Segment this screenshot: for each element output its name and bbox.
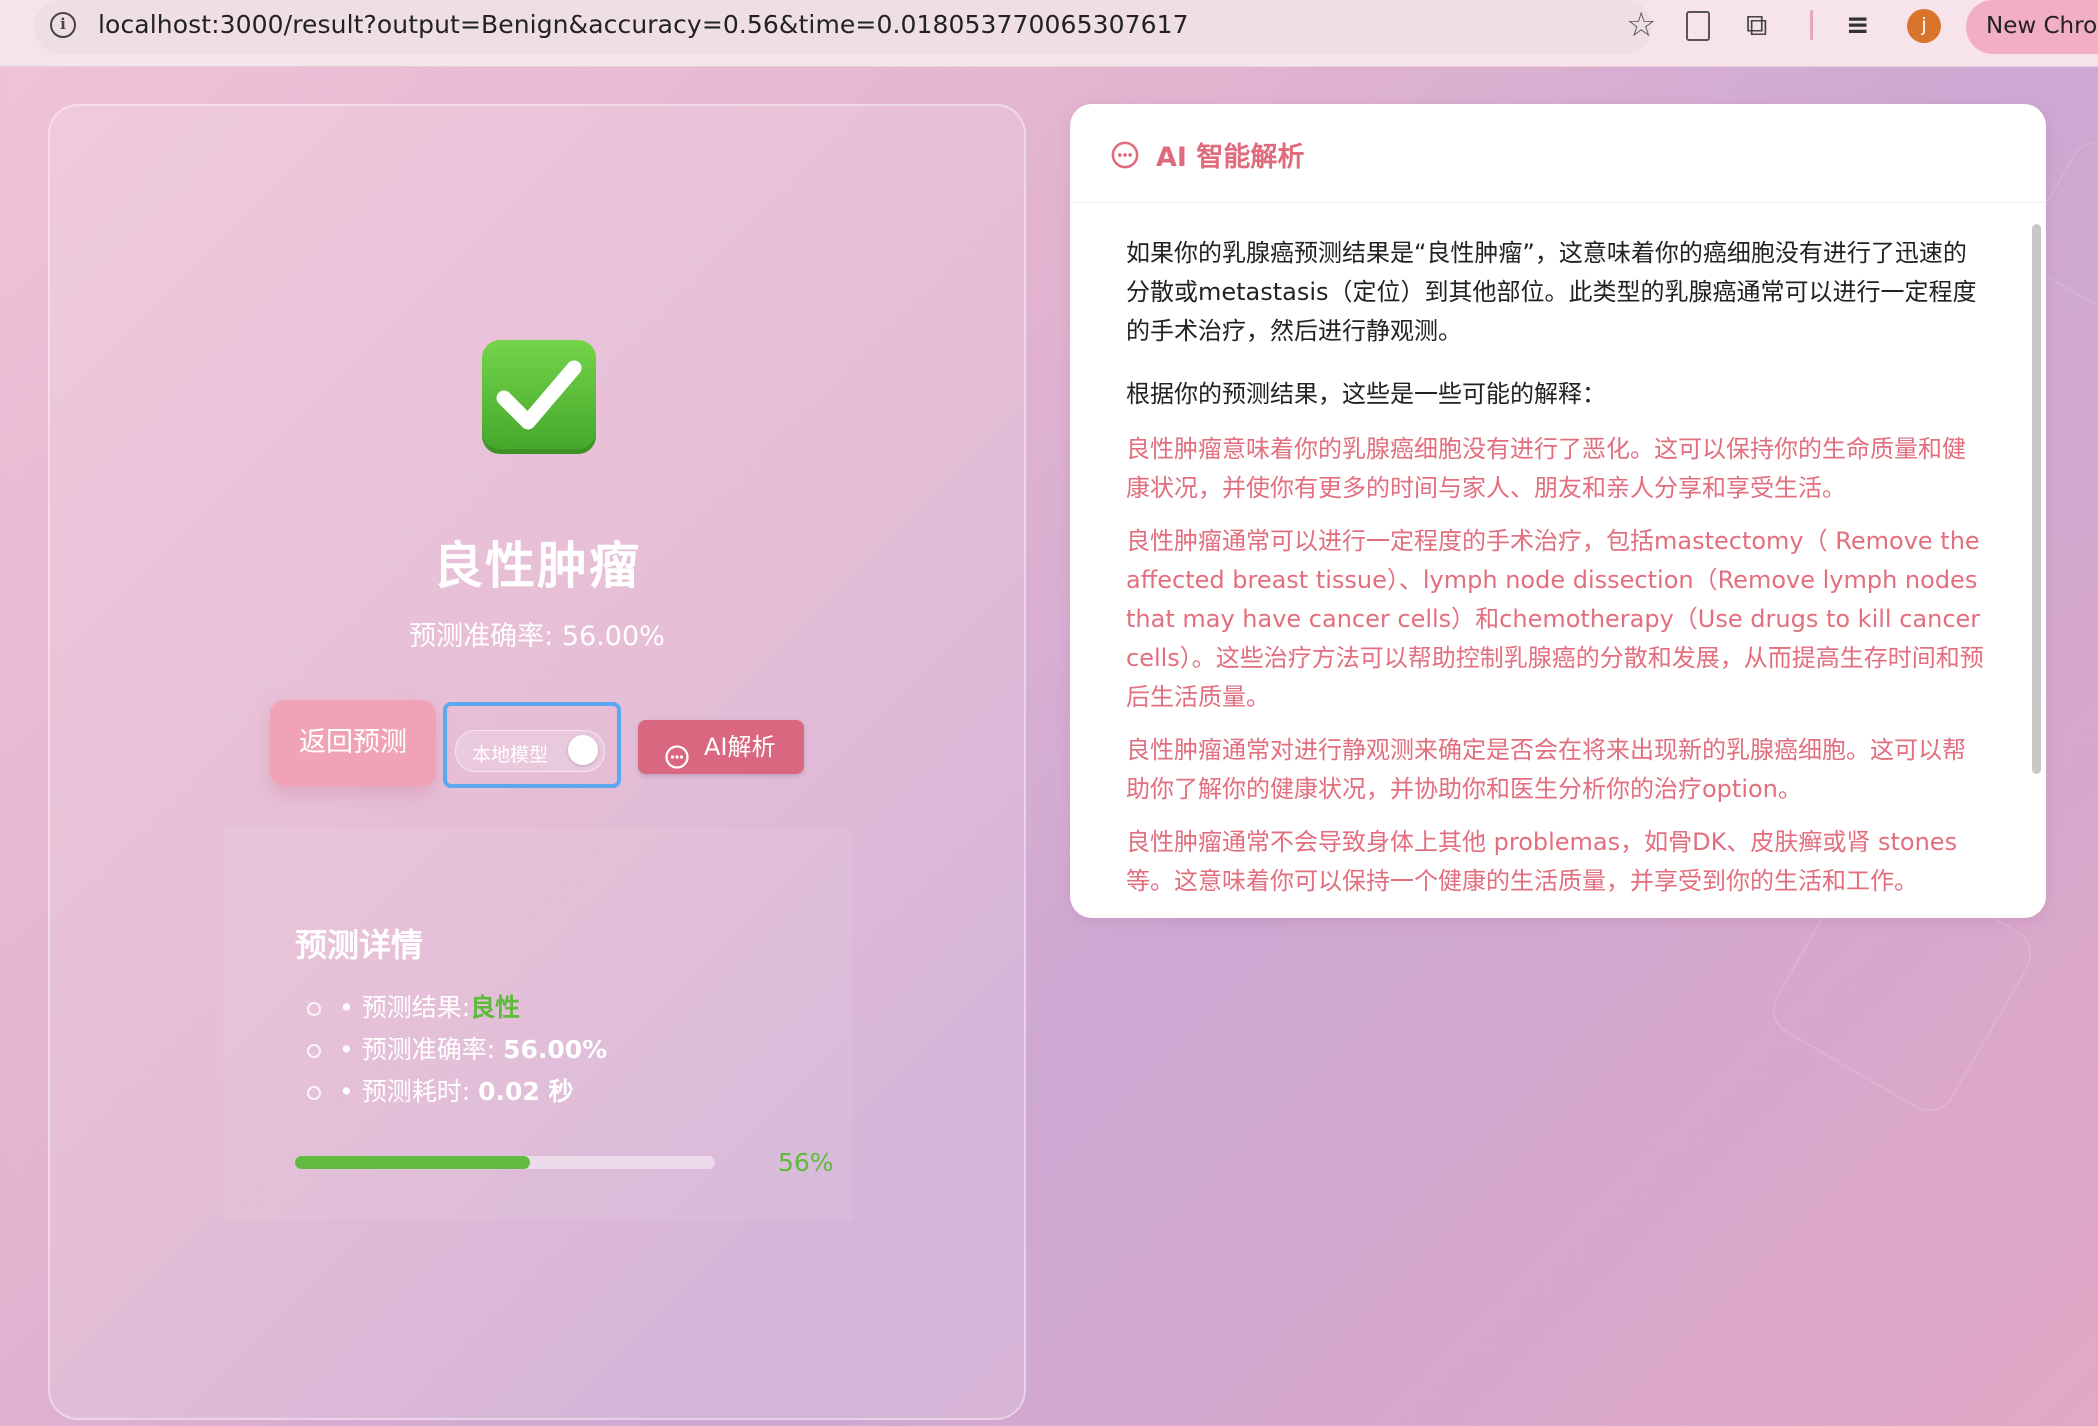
local-model-label: 本地模型 — [472, 744, 549, 766]
accuracy-progress-text: 56% — [778, 1148, 834, 1177]
detail-time-label: • 预测耗时: — [339, 1077, 479, 1106]
address-bar[interactable]: i localhost:3000/result?output=Benign&ac… — [34, 0, 1656, 54]
detail-result-row: • 预测结果:良性 — [307, 988, 520, 1024]
toggle-knob[interactable] — [568, 735, 598, 765]
ai-analysis-panel: AI 智能解析 如果你的乳腺癌预测结果是“良性肿瘤”，这意味着你的癌细胞没有进行… — [1070, 104, 2046, 918]
local-model-toggle[interactable]: 本地模型 — [455, 730, 605, 772]
prediction-details: 预测详情 • 预测结果:良性 • 预测准确率: 56.00% • 预测耗时: 0… — [223, 828, 853, 1220]
result-title: 良性肿瘤 — [433, 537, 641, 595]
ai-analysis-button[interactable]: AI解析 — [638, 720, 804, 774]
detail-time-row: • 预测耗时: 0.02 秒 — [307, 1072, 573, 1108]
profile-avatar[interactable]: j — [1907, 9, 1941, 43]
bookmark-star-icon[interactable]: ☆ — [1626, 8, 1656, 42]
accuracy-progress-fill — [295, 1156, 531, 1169]
detail-time-value: 0.02 秒 — [478, 1077, 574, 1106]
local-model-toggle-focus[interactable]: 本地模型 — [443, 702, 621, 788]
analysis-point: 良性肿瘤通常对进行静观测来确定是否会在将来出现新的乳腺癌细胞。这可以帮助你了解你… — [1126, 736, 1966, 803]
check-mark-icon — [482, 340, 596, 454]
list-bullet-icon — [307, 1044, 321, 1058]
list-bullet-icon — [307, 1086, 321, 1100]
toolbar-divider — [1810, 10, 1813, 40]
detail-result-value: 良性 — [470, 993, 521, 1022]
analysis-lead: 根据你的预测结果，这些是一些可能的解释： — [1126, 380, 1606, 408]
accuracy-progress-bar — [295, 1156, 715, 1169]
new-chrome-button[interactable]: New Chro — [1966, 0, 2098, 54]
ai-analysis-label: AI解析 — [704, 733, 776, 761]
details-title: 预测详情 — [295, 926, 424, 964]
chat-bubble-icon — [1110, 140, 1140, 174]
detail-accuracy-label: • 预测准确率: — [339, 1035, 504, 1064]
analysis-content: 如果你的乳腺癌预测结果是“良性肿瘤”，这意味着你的癌细胞没有进行了迅速的分散或m… — [1126, 234, 1986, 915]
panel-scrollbar[interactable] — [2032, 224, 2041, 774]
analysis-point: 良性肿瘤通常可以进行一定程度的手术治疗，包括mastectomy（ Remove… — [1126, 527, 1984, 711]
chat-bubble-icon — [664, 735, 690, 789]
url-text[interactable]: localhost:3000/result?output=Benign&accu… — [98, 10, 1189, 39]
analysis-point: 良性肿瘤意味着你的乳腺癌细胞没有进行了恶化。这可以保持你的生命质量和健康状况，并… — [1126, 435, 1966, 502]
detail-accuracy-value: 56.00% — [503, 1035, 608, 1064]
analysis-point: 良性肿瘤通常不会导致身体上其他 problemas，如骨DK、皮肤癣或肾 sto… — [1126, 828, 1958, 895]
result-card: 良性肿瘤 预测准确率: 56.00% 返回预测 本地模型 AI解析 预测详情 •… — [48, 104, 1026, 1420]
accuracy-summary: 预测准确率: 56.00% — [409, 621, 665, 652]
analysis-intro: 如果你的乳腺癌预测结果是“良性肿瘤”，这意味着你的癌细胞没有进行了迅速的分散或m… — [1126, 239, 1977, 345]
browser-toolbar: i localhost:3000/result?output=Benign&ac… — [0, 0, 2098, 67]
detail-accuracy-row: • 预测准确率: 56.00% — [307, 1030, 607, 1066]
back-to-predict-button[interactable]: 返回预测 — [270, 700, 436, 786]
media-controls-icon[interactable]: ≡ — [1846, 8, 1869, 41]
panel-title: AI 智能解析 — [1156, 142, 1305, 173]
reading-mode-icon[interactable] — [1686, 11, 1710, 41]
list-bullet-icon — [307, 1002, 321, 1016]
panel-header: AI 智能解析 — [1070, 104, 2046, 203]
extensions-puzzle-icon[interactable]: ⧉ — [1746, 8, 1767, 43]
site-info-icon[interactable]: i — [50, 12, 76, 38]
detail-result-label: • 预测结果: — [339, 993, 471, 1022]
